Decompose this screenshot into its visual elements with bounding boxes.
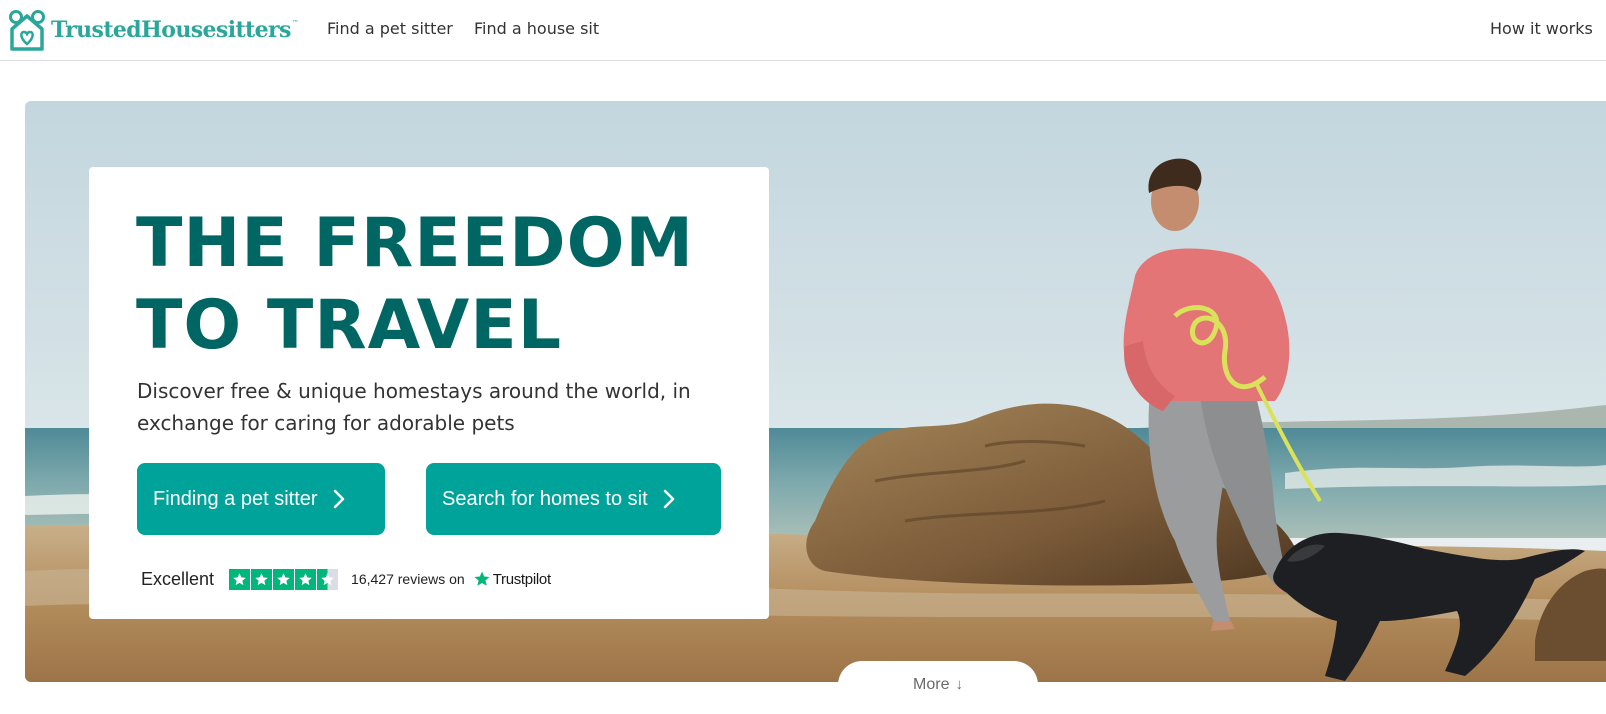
trademark-mark: ™ [291, 19, 299, 27]
rating-word: Excellent [141, 568, 215, 589]
headline-line-2: TO TRAVEL [136, 286, 563, 365]
hero-card: THE FREEDOM TO TRAVEL Discover free & un… [89, 167, 769, 619]
trustpilot-logo: Trustpilot [473, 570, 551, 588]
house-with-paws-icon [9, 10, 45, 51]
more-label: More [913, 676, 950, 693]
nav-find-house-sit[interactable]: Find a house sit [474, 19, 599, 39]
star-rating [229, 568, 339, 590]
star-icon [273, 568, 295, 590]
arrow-down-icon: ↓ [955, 676, 963, 693]
hero-subcopy: Discover free & unique homestays around … [137, 379, 691, 435]
logo-link[interactable]: TrustedHousesitters ™ [7, 9, 299, 51]
nav-how-it-works[interactable]: How it works [1490, 19, 1593, 39]
chevron-right-icon [333, 489, 344, 509]
headline-line-1: THE FREEDOM [136, 204, 695, 283]
brand-name: TrustedHousesitters [51, 17, 291, 43]
trustpilot-star-icon [474, 571, 490, 586]
star-icon [229, 568, 251, 590]
half-star-icon [317, 568, 339, 590]
trustpilot-wordmark: Trustpilot [492, 570, 551, 588]
search-homes-label: Search for homes to sit [442, 487, 648, 510]
trustpilot-rating[interactable]: Excellent 16,427 reviews on Trustpilot [141, 567, 551, 591]
search-homes-button[interactable]: Search for homes to sit [426, 463, 721, 535]
finding-pet-sitter-button[interactable]: Finding a pet sitter [137, 463, 385, 535]
finding-pet-sitter-label: Finding a pet sitter [153, 487, 318, 510]
review-count: 16,427 reviews on [351, 571, 465, 587]
nav-find-pet-sitter[interactable]: Find a pet sitter [327, 19, 453, 39]
star-icon [295, 568, 317, 590]
more-button[interactable]: More ↓ [838, 661, 1038, 707]
chevron-right-icon [663, 489, 674, 509]
hero-headline: THE FREEDOM TO TRAVEL [136, 203, 756, 367]
star-icon [251, 568, 273, 590]
site-header: TrustedHousesitters ™ Find a pet sitter … [0, 0, 1606, 61]
